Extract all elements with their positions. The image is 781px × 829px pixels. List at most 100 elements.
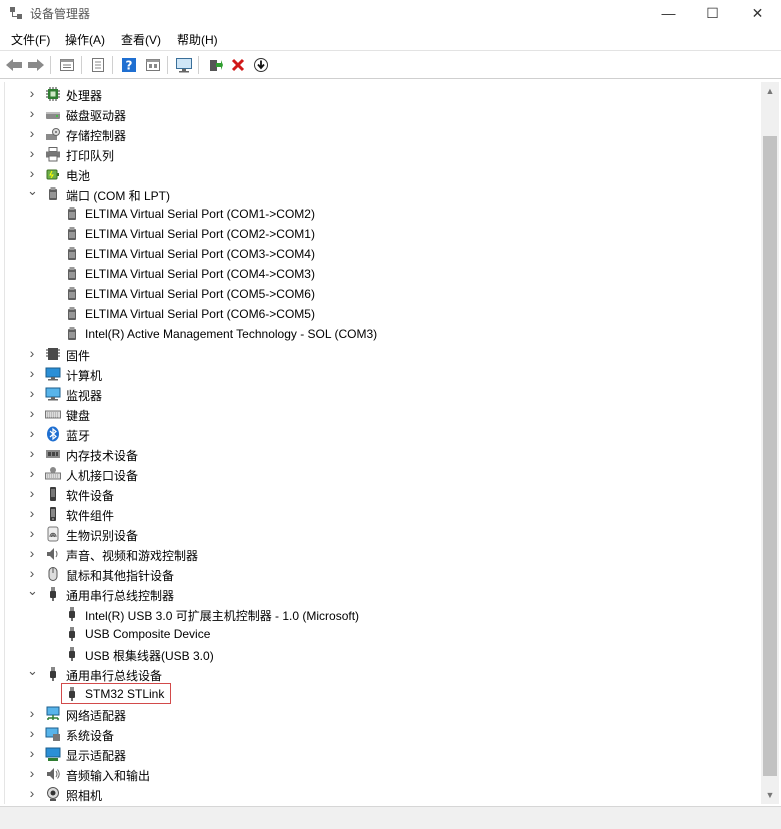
chevron-right-icon[interactable]: › — [27, 106, 37, 120]
properties-icon[interactable] — [57, 55, 77, 75]
chevron-right-icon[interactable]: › — [27, 466, 37, 480]
tree-device[interactable]: ELTIMA Virtual Serial Port (COM4->COM3) — [5, 264, 760, 284]
tree-category[interactable]: › 计算机 — [5, 364, 760, 384]
chevron-right-icon[interactable]: › — [27, 386, 37, 400]
chevron-right-icon[interactable]: › — [27, 766, 37, 780]
device-tree[interactable]: › 处理器 › 磁盘驱动器 › 存储控制器 › 打印队列 › 电池 ⌄ 端口 (COM 和 LPT) E… — [4, 82, 761, 804]
tree-item-label: 键盘 — [66, 409, 91, 423]
tree-category[interactable]: › 固件 — [5, 344, 760, 364]
tree-category[interactable]: › 人机接口设备 — [5, 464, 760, 484]
vertical-scrollbar[interactable]: ▲ ▼ — [761, 82, 779, 804]
close-button[interactable]: ✕ — [735, 0, 780, 26]
tree-category[interactable]: › 存储控制器 — [5, 124, 760, 144]
chevron-right-icon[interactable]: › — [27, 506, 37, 520]
scroll-down-icon[interactable]: ▼ — [761, 786, 779, 804]
chevron-down-icon[interactable]: ⌄ — [27, 184, 38, 197]
chevron-down-icon[interactable]: ⌄ — [27, 584, 38, 597]
chevron-right-icon[interactable]: › — [27, 786, 37, 800]
usb-icon — [45, 586, 61, 602]
tree-category[interactable]: › 处理器 — [5, 84, 760, 104]
highlight-box — [61, 683, 171, 704]
tree-item-label: 通用串行总线控制器 — [66, 589, 175, 603]
menu-help[interactable]: 帮助(H) — [177, 31, 218, 48]
minimize-button[interactable]: — — [646, 0, 691, 26]
chevron-right-icon[interactable]: › — [27, 446, 37, 460]
chevron-down-icon[interactable]: ⌄ — [27, 664, 38, 677]
download-icon[interactable] — [251, 55, 271, 75]
keyboard-icon — [45, 406, 61, 422]
software-component-icon — [45, 506, 61, 522]
chevron-right-icon[interactable]: › — [27, 486, 37, 500]
device-manager-window: 设备管理器 — ☐ ✕ 文件(F) 操作(A) 查看(V) 帮助(H) ? › … — [0, 0, 781, 829]
tree-item-label: 电池 — [66, 169, 91, 183]
chevron-right-icon[interactable]: › — [27, 566, 37, 580]
chevron-right-icon[interactable]: › — [27, 726, 37, 740]
tree-device[interactable]: USB 根集线器(USB 3.0) — [5, 644, 760, 664]
toolbar-separator — [167, 56, 168, 74]
tree-item-label: ELTIMA Virtual Serial Port (COM1->COM2) — [85, 207, 315, 221]
tree-category[interactable]: ⌄ 通用串行总线设备 — [5, 664, 760, 684]
refresh-icon[interactable] — [88, 55, 108, 75]
tree-device[interactable]: Intel(R) USB 3.0 可扩展主机控制器 - 1.0 (Microso… — [5, 604, 760, 624]
menu-view[interactable]: 查看(V) — [121, 31, 161, 48]
tree-category[interactable]: › 蓝牙 — [5, 424, 760, 444]
uninstall-icon[interactable] — [228, 55, 248, 75]
forward-icon[interactable] — [26, 55, 46, 75]
tree-device[interactable]: ELTIMA Virtual Serial Port (COM2->COM1) — [5, 224, 760, 244]
tree-category[interactable]: › 显示适配器 — [5, 744, 760, 764]
tree-category[interactable]: › 生物识别设备 — [5, 524, 760, 544]
chevron-right-icon[interactable]: › — [27, 166, 37, 180]
chevron-right-icon[interactable]: › — [27, 366, 37, 380]
tree-category[interactable]: › 软件设备 — [5, 484, 760, 504]
tree-category[interactable]: › 系统设备 — [5, 724, 760, 744]
view-icon[interactable] — [143, 55, 163, 75]
menu-action[interactable]: 操作(A) — [65, 31, 105, 48]
chevron-right-icon[interactable]: › — [27, 406, 37, 420]
tree-category[interactable]: ⌄ 通用串行总线控制器 — [5, 584, 760, 604]
tree-category[interactable]: › 内存技术设备 — [5, 444, 760, 464]
tree-item-label: Intel(R) USB 3.0 可扩展主机控制器 - 1.0 (Microso… — [85, 609, 360, 623]
tree-category[interactable]: › 键盘 — [5, 404, 760, 424]
usb-icon — [64, 606, 80, 622]
tree-device[interactable]: STM32 STLink — [5, 683, 760, 704]
tree-category[interactable]: › 监视器 — [5, 384, 760, 404]
help-icon[interactable]: ? — [119, 55, 139, 75]
chevron-right-icon[interactable]: › — [27, 746, 37, 760]
tree-device[interactable]: ELTIMA Virtual Serial Port (COM6->COM5) — [5, 304, 760, 324]
tree-device[interactable]: ELTIMA Virtual Serial Port (COM3->COM4) — [5, 244, 760, 264]
tree-category[interactable]: › 照相机 — [5, 784, 760, 804]
tree-category[interactable]: › 声音、视频和游戏控制器 — [5, 544, 760, 564]
chevron-right-icon[interactable]: › — [27, 526, 37, 540]
title-bar[interactable]: 设备管理器 — ☐ ✕ — [0, 0, 781, 26]
tree-category[interactable]: › 电池 — [5, 164, 760, 184]
display-adapter-icon — [45, 746, 61, 762]
chevron-right-icon[interactable]: › — [27, 346, 37, 360]
tree-device[interactable]: ELTIMA Virtual Serial Port (COM5->COM6) — [5, 284, 760, 304]
tree-category[interactable]: ⌄ 端口 (COM 和 LPT) — [5, 184, 760, 204]
tree-device[interactable]: ELTIMA Virtual Serial Port (COM1->COM2) — [5, 204, 760, 224]
printer-icon — [45, 146, 61, 162]
chevron-right-icon[interactable]: › — [27, 146, 37, 160]
chevron-right-icon[interactable]: › — [27, 126, 37, 140]
scroll-up-icon[interactable]: ▲ — [761, 82, 779, 100]
tree-category[interactable]: › 磁盘驱动器 — [5, 104, 760, 124]
chevron-right-icon[interactable]: › — [27, 546, 37, 560]
tree-category[interactable]: › 鼠标和其他指针设备 — [5, 564, 760, 584]
tree-device[interactable]: USB Composite Device — [5, 624, 760, 644]
chevron-right-icon[interactable]: › — [27, 86, 37, 100]
tree-item-label: ELTIMA Virtual Serial Port (COM4->COM3) — [85, 267, 315, 281]
tree-category[interactable]: › 音频输入和输出 — [5, 764, 760, 784]
tree-item-label: 系统设备 — [66, 729, 115, 743]
menu-file[interactable]: 文件(F) — [11, 31, 50, 48]
back-icon[interactable] — [4, 55, 24, 75]
chevron-right-icon[interactable]: › — [27, 426, 37, 440]
maximize-button[interactable]: ☐ — [690, 0, 735, 26]
tree-category[interactable]: › 打印队列 — [5, 144, 760, 164]
tree-category[interactable]: › 网络适配器 — [5, 704, 760, 724]
chevron-right-icon[interactable]: › — [27, 706, 37, 720]
monitor-icon[interactable] — [174, 55, 194, 75]
scrollbar-thumb[interactable] — [763, 136, 777, 776]
update-driver-icon[interactable] — [205, 55, 225, 75]
tree-device[interactable]: Intel(R) Active Management Technology - … — [5, 324, 760, 344]
tree-category[interactable]: › 软件组件 — [5, 504, 760, 524]
